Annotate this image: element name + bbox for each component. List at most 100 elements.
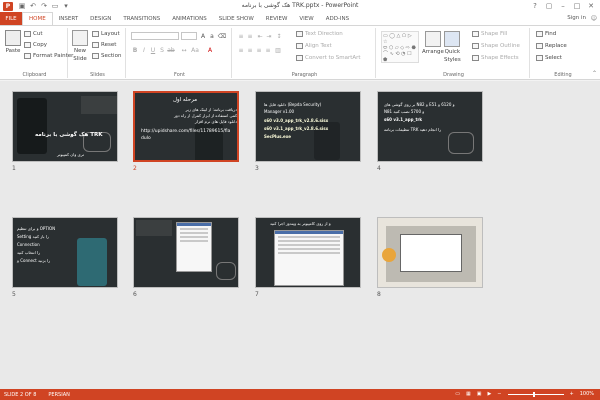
language-indicator[interactable]: PERSIAN bbox=[48, 392, 69, 398]
ribbon: Paste Cut Copy Format Painter Clipboard … bbox=[0, 25, 600, 80]
undo-icon[interactable]: ↶ bbox=[29, 2, 37, 10]
slide-indicator[interactable]: SLIDE 2 OF 8 bbox=[4, 392, 36, 398]
clear-format-icon[interactable]: ⌫ bbox=[218, 32, 226, 40]
slide-thumbnail-8[interactable] bbox=[377, 217, 483, 288]
tab-insert[interactable]: INSERT bbox=[53, 12, 84, 25]
shape-fill-button[interactable]: Shape Fill bbox=[472, 31, 507, 37]
font-size-input[interactable] bbox=[181, 32, 197, 40]
slide-2-title: مرحله اول bbox=[173, 97, 198, 103]
bold-icon[interactable]: B bbox=[131, 46, 139, 54]
drawing-group: ▭ ◯ △ ⬠ ▷ ☆ ⬭ ⬡ ▱ ◇ ⇨ ⬣ ⌒ ∿ ⟲ ◔ ☐ ⬟ Arrang… bbox=[378, 28, 530, 78]
tab-slide-show[interactable]: SLIDE SHOW bbox=[213, 12, 260, 25]
slideshow-view-icon[interactable]: ▶ bbox=[487, 391, 491, 397]
change-case-icon[interactable]: Aa bbox=[191, 46, 199, 54]
shape-effects-button[interactable]: Shape Effects bbox=[472, 55, 519, 61]
shape-outline-button[interactable]: Shape Outline bbox=[472, 43, 520, 49]
shapes-gallery[interactable]: ▭ ◯ △ ⬠ ▷ ☆ ⬭ ⬡ ▱ ◇ ⇨ ⬣ ⌒ ∿ ⟲ ◔ ☐ ⬟ bbox=[381, 31, 419, 63]
decrease-indent-icon[interactable]: ⇤ bbox=[256, 32, 264, 40]
layout-button[interactable]: Layout bbox=[92, 31, 120, 37]
shadow-icon[interactable]: S bbox=[158, 46, 166, 54]
slide-thumbnail-5[interactable]: و برای تنظیم OPTION Setting را باز کنید … bbox=[12, 217, 118, 288]
tab-animations[interactable]: ANIMATIONS bbox=[166, 12, 213, 25]
zoom-slider-thumb[interactable] bbox=[532, 391, 535, 397]
font-color-icon[interactable]: A bbox=[206, 46, 214, 54]
slide-number-5: 5 bbox=[12, 291, 16, 298]
line-spacing-icon[interactable]: ↕ bbox=[275, 32, 283, 40]
slide-4-line-3: s60 v3.1_app_trk bbox=[384, 117, 423, 122]
numbering-icon[interactable]: ≡ bbox=[246, 32, 254, 40]
section-button[interactable]: Section bbox=[92, 53, 121, 59]
minimize-button[interactable]: – bbox=[557, 2, 569, 10]
align-left-icon[interactable]: ≡ bbox=[237, 46, 245, 54]
bullets-icon[interactable]: ≡ bbox=[237, 32, 245, 40]
decrease-font-icon[interactable]: a bbox=[208, 32, 216, 40]
zoom-out-icon[interactable]: − bbox=[497, 391, 501, 397]
increase-indent-icon[interactable]: ⇥ bbox=[265, 32, 273, 40]
tab-home[interactable]: HOME bbox=[22, 12, 53, 25]
paste-button[interactable]: Paste bbox=[5, 30, 21, 54]
normal-view-icon[interactable]: ▭ bbox=[455, 391, 460, 397]
user-icon[interactable]: ☺ bbox=[591, 15, 597, 22]
align-right-icon[interactable]: ≡ bbox=[255, 46, 263, 54]
text-direction-icon bbox=[296, 31, 303, 37]
italic-icon[interactable]: I bbox=[140, 46, 148, 54]
pen-outline-icon bbox=[472, 43, 479, 49]
close-button[interactable]: ✕ bbox=[585, 2, 597, 10]
sign-in-link[interactable]: Sign in bbox=[567, 15, 586, 21]
zoom-slider[interactable] bbox=[507, 391, 564, 397]
slideshow-start-icon[interactable]: ▭ bbox=[51, 2, 59, 10]
section-icon bbox=[92, 53, 99, 59]
tab-design[interactable]: DESIGN bbox=[84, 12, 117, 25]
font-name-input[interactable] bbox=[131, 32, 179, 40]
align-text-button[interactable]: Align Text bbox=[296, 43, 332, 49]
tab-file[interactable]: FILE bbox=[0, 12, 22, 25]
zoom-in-icon[interactable]: + bbox=[570, 391, 574, 397]
reading-view-icon[interactable]: ▣ bbox=[477, 391, 482, 397]
arrange-button[interactable]: Arrange bbox=[422, 31, 444, 55]
ribbon-display-options-button[interactable]: ▢ bbox=[543, 2, 555, 10]
slide-thumbnail-4[interactable]: بر روی گوشی های N82 و E51 و 6120 و N81 و… bbox=[377, 91, 483, 162]
slide-thumbnail-6[interactable] bbox=[133, 217, 239, 288]
slide-thumbnail-3[interactable]: دانلود فایل ها (Bepda Security) Manager … bbox=[255, 91, 361, 162]
strikethrough-icon[interactable]: ab bbox=[167, 46, 175, 54]
tab-add-ins[interactable]: ADD-INS bbox=[320, 12, 355, 25]
paragraph-group-label: Paragraph bbox=[291, 72, 318, 78]
copy-button[interactable]: Copy bbox=[24, 42, 47, 48]
redo-icon[interactable]: ↷ bbox=[40, 2, 48, 10]
help-button[interactable]: ? bbox=[529, 2, 541, 10]
save-icon[interactable]: ▣ bbox=[18, 2, 26, 10]
justify-icon[interactable]: ≡ bbox=[264, 46, 272, 54]
format-painter-button[interactable]: Format Painter bbox=[24, 53, 73, 59]
tab-transitions[interactable]: TRANSITIONS bbox=[117, 12, 166, 25]
reset-button[interactable]: Reset bbox=[92, 42, 116, 48]
font-group-label: Font bbox=[174, 72, 185, 78]
slides-group: New Slide Layout Reset Section Slides bbox=[70, 28, 126, 78]
convert-smartart-button[interactable]: Convert to SmartArt bbox=[296, 55, 361, 61]
quick-styles-button[interactable]: Quick Styles bbox=[444, 31, 461, 63]
clipboard-group-label: Clipboard bbox=[22, 72, 47, 78]
drawing-group-label: Drawing bbox=[443, 72, 464, 78]
maximize-button[interactable]: □ bbox=[571, 2, 583, 10]
new-slide-button[interactable]: New Slide bbox=[72, 30, 88, 62]
find-button[interactable]: Find bbox=[536, 31, 556, 37]
columns-icon[interactable]: ▥ bbox=[274, 46, 282, 54]
customize-qat-icon[interactable]: ▾ bbox=[62, 2, 70, 10]
slide-sorter-view-icon[interactable]: ▦ bbox=[466, 391, 471, 397]
tab-view[interactable]: VIEW bbox=[293, 12, 319, 25]
cut-button[interactable]: Cut bbox=[24, 31, 42, 37]
slide-thumbnail-7[interactable]: و از روی کامپیوتر به ویندوز اجرا کنید bbox=[255, 217, 361, 288]
effects-icon bbox=[472, 55, 479, 61]
select-button[interactable]: Select bbox=[536, 55, 562, 61]
align-center-icon[interactable]: ≡ bbox=[246, 46, 254, 54]
tab-review[interactable]: REVIEW bbox=[260, 12, 294, 25]
increase-font-icon[interactable]: A bbox=[199, 32, 207, 40]
zoom-level[interactable]: 100% bbox=[580, 391, 594, 397]
text-direction-button[interactable]: Text Direction bbox=[296, 31, 343, 37]
laptop-screen-image bbox=[400, 234, 462, 272]
replace-button[interactable]: Replace bbox=[536, 43, 567, 49]
collapse-ribbon-icon[interactable]: ⌃ bbox=[592, 70, 597, 77]
spacing-icon[interactable]: ↔ bbox=[180, 46, 188, 54]
underline-icon[interactable]: U bbox=[149, 46, 157, 54]
slide-thumbnail-1[interactable]: هک گوشی با برنامه TRK تری وان کمپیوتر bbox=[12, 91, 118, 162]
slide-thumbnail-2[interactable]: مرحله اول دریافت برنامه: از لینک های زیر… bbox=[133, 91, 239, 162]
